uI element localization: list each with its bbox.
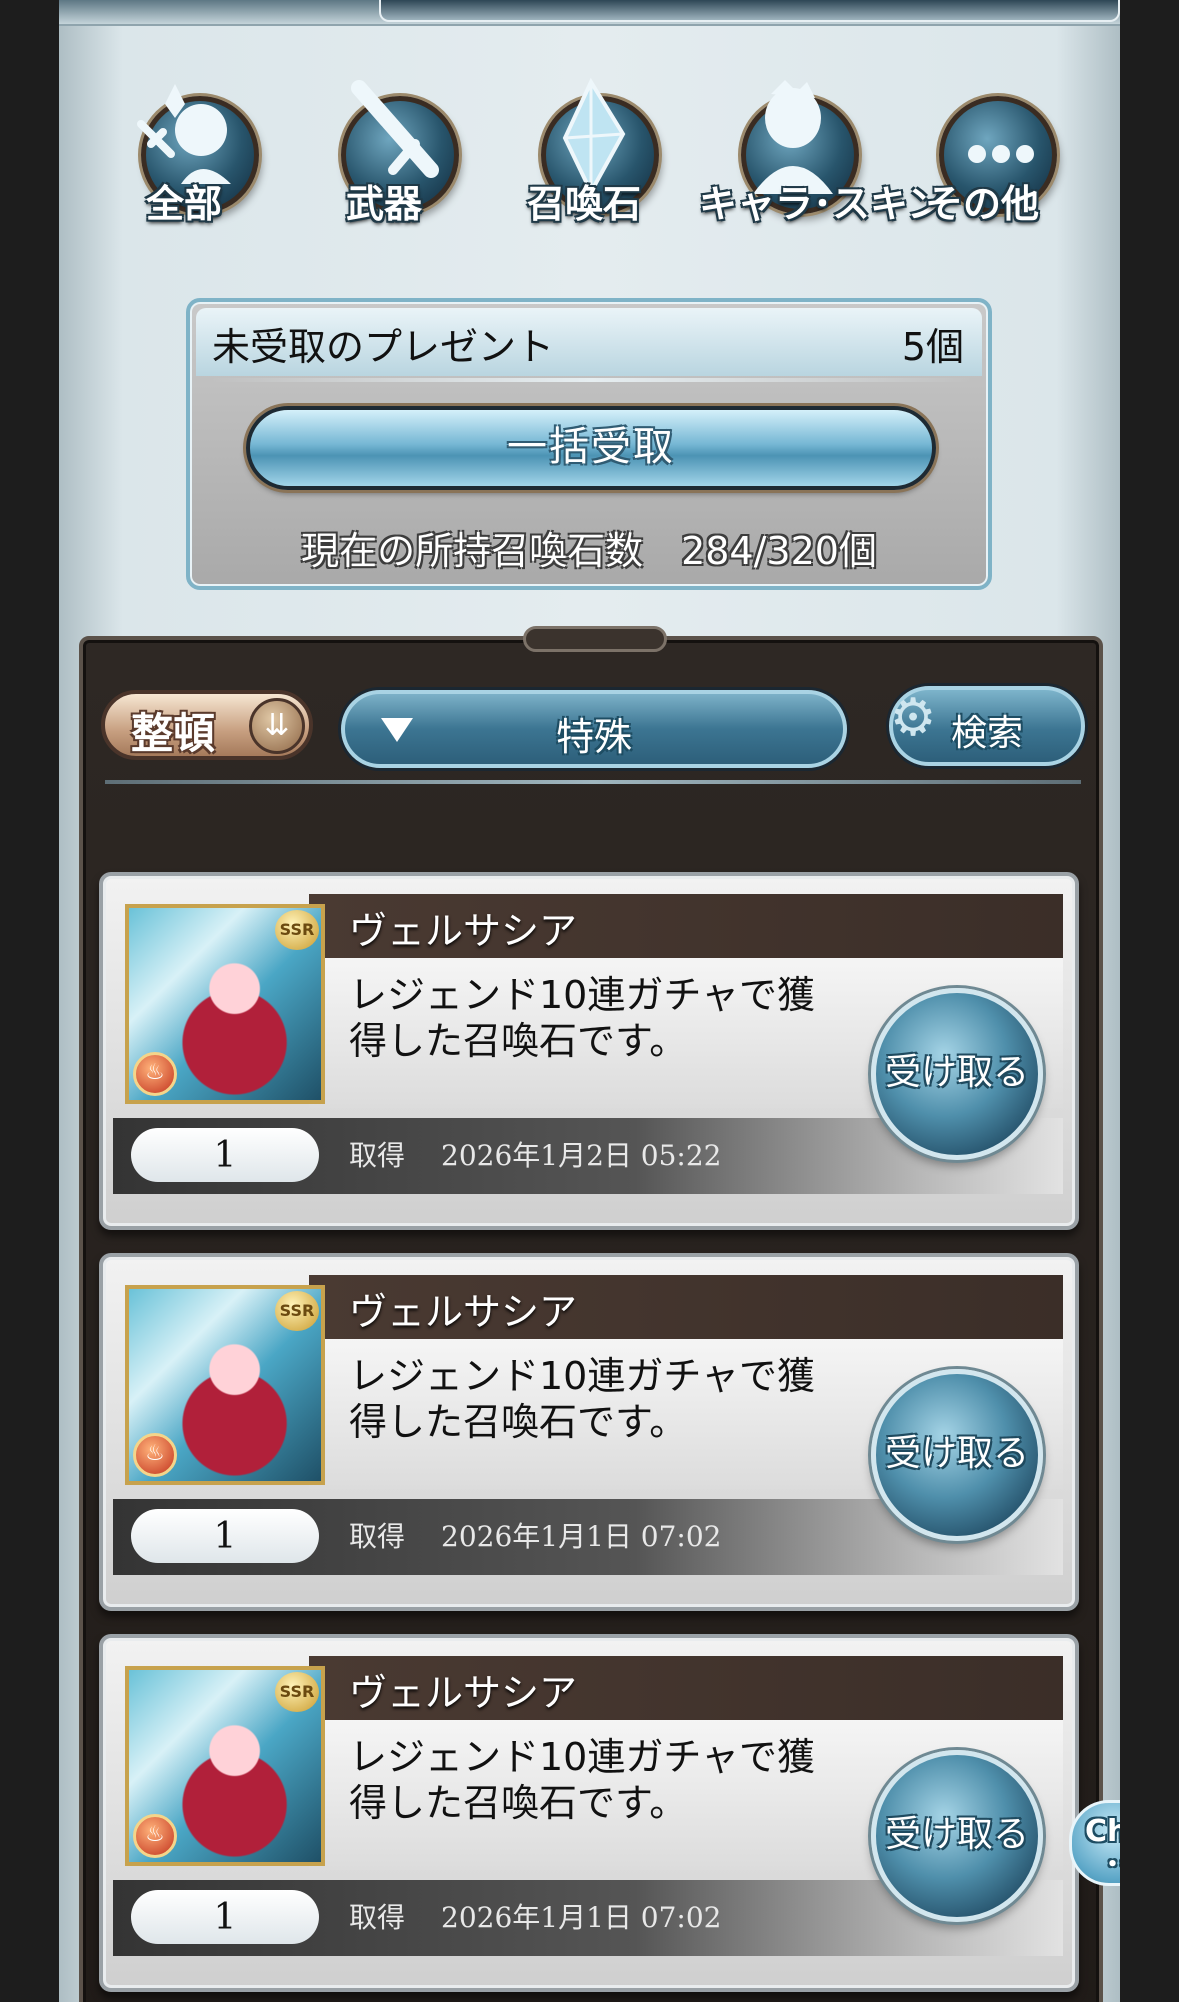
category-label: その他 — [924, 182, 1039, 226]
category-label: 召喚石 — [526, 182, 641, 226]
top-bar — [59, 0, 1120, 26]
item-quantity: 1 — [131, 1509, 319, 1563]
filter-label: 特殊 — [555, 715, 632, 759]
acquired-date: 2026年1月1日 07:02 — [441, 1520, 722, 1553]
chat-dots-icon: ••• — [1106, 1854, 1120, 1875]
sort-label: 整頓 — [131, 709, 216, 758]
category-all[interactable]: 全部 — [99, 74, 269, 244]
gear-icon: ⚙ — [889, 688, 937, 748]
category-label: 武器 — [345, 182, 422, 226]
search-label: 検索 — [951, 713, 1024, 754]
search-button[interactable]: ⚙ 検索 — [889, 686, 1085, 766]
receive-button[interactable]: 受け取る — [871, 1750, 1043, 1922]
item-quantity: 1 — [131, 1890, 319, 1944]
present-box-screen: 全部 武器 召喚石 キャラ･スキン その他 未受取のプレゼント 5個 一括受取 … — [59, 0, 1120, 2002]
divider — [210, 378, 972, 382]
item-description: レジェンド10連ガチャで獲得した召喚石です。 — [349, 1354, 815, 1444]
item-description: レジェンド10連ガチャで獲得した召喚石です。 — [349, 973, 815, 1063]
acquired-label: 取得 — [349, 1520, 406, 1553]
category-label: キャラ･スキン — [699, 182, 945, 226]
rarity-badge: SSR — [275, 910, 319, 950]
unclaimed-count: 5個 — [901, 325, 964, 369]
top-bar-cap — [379, 0, 1120, 22]
acquired-label: 取得 — [349, 1901, 406, 1934]
fire-element-icon: ♨ — [133, 1814, 177, 1858]
receive-button[interactable]: 受け取る — [871, 1369, 1043, 1541]
summon-stock-text: 現在の所持召喚石数 284/320個 — [301, 529, 877, 573]
present-item: ヴェルサシア レジェンド10連ガチャで獲得した召喚石です。 SSR ♨ 1 取得… — [99, 1253, 1079, 1611]
summon-thumbnail[interactable]: SSR ♨ — [125, 1285, 325, 1485]
category-summon[interactable]: 召喚石 — [499, 74, 669, 244]
present-summary-panel: 未受取のプレゼント 5個 一括受取 現在の所持召喚石数 284/320個 — [186, 298, 992, 590]
category-character-skin[interactable]: キャラ･スキン — [699, 74, 945, 244]
item-name: ヴェルサシア — [349, 1671, 578, 1715]
rarity-badge: SSR — [275, 1291, 319, 1331]
category-label: 全部 — [145, 182, 222, 226]
summon-thumbnail[interactable]: SSR ♨ — [125, 904, 325, 1104]
item-name: ヴェルサシア — [349, 909, 578, 953]
present-item: ヴェルサシア レジェンド10連ガチャで獲得した召喚石です。 SSR ♨ 1 取得… — [99, 872, 1079, 1230]
filter-dropdown[interactable]: 特殊 — [341, 690, 847, 768]
fire-element-icon: ♨ — [133, 1433, 177, 1477]
panel-ornament — [523, 626, 667, 652]
rarity-badge: SSR — [275, 1672, 319, 1712]
unclaimed-title: 未受取のプレゼント — [212, 325, 555, 369]
chat-label: Chat — [1085, 1814, 1120, 1849]
item-description: レジェンド10連ガチャで獲得した召喚石です。 — [349, 1735, 815, 1825]
category-weapon[interactable]: 武器 — [299, 74, 469, 244]
acquired-label: 取得 — [349, 1139, 406, 1172]
summon-thumbnail[interactable]: SSR ♨ — [125, 1666, 325, 1866]
acquired-date: 2026年1月2日 05:22 — [441, 1139, 722, 1172]
sort-button[interactable]: 整頓 ⇊ — [101, 690, 313, 760]
item-name: ヴェルサシア — [349, 1290, 578, 1334]
category-other[interactable]: その他 — [897, 74, 1067, 244]
present-item: ヴェルサシア レジェンド10連ガチャで獲得した召喚石です。 SSR ♨ 1 取得… — [99, 1634, 1079, 1992]
item-quantity: 1 — [131, 1128, 319, 1182]
divider — [105, 780, 1081, 784]
receive-all-button[interactable]: 一括受取 — [246, 406, 936, 490]
receive-button[interactable]: 受け取る — [871, 988, 1043, 1160]
fire-element-icon: ♨ — [133, 1052, 177, 1096]
double-chevron-down-icon: ⇊ — [249, 698, 305, 754]
acquired-date: 2026年1月1日 07:02 — [441, 1901, 722, 1934]
